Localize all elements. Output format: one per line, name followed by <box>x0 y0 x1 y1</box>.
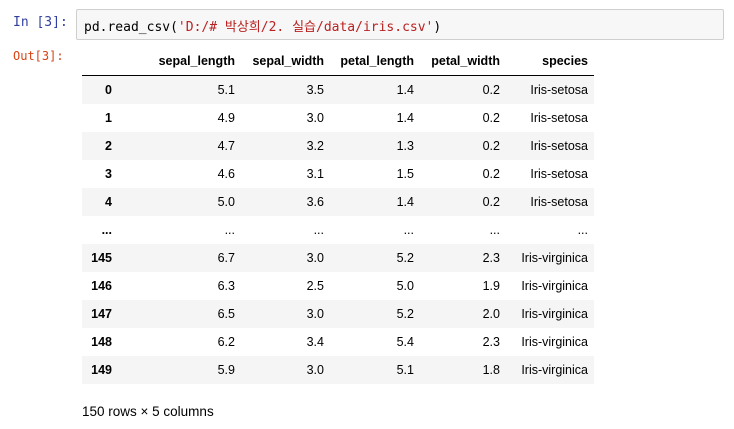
row-index: 4 <box>105 195 112 209</box>
table-row: 4 5.0 3.6 1.4 0.2 Iris-setosa <box>82 188 594 216</box>
table-cell: 5.2 <box>396 307 414 321</box>
row-index: 2 <box>105 139 112 153</box>
table-cell: 1.4 <box>396 111 414 125</box>
table-cell: Iris-setosa <box>530 111 588 125</box>
table-cell: 2.3 <box>482 251 500 265</box>
table-cell: 1.4 <box>396 195 414 209</box>
table-cell: Iris-virginica <box>521 279 588 293</box>
row-index: 1 <box>105 111 112 125</box>
table-cell: 2.0 <box>482 307 500 321</box>
output-prompt: Out[3]: <box>13 49 64 63</box>
code-input-area[interactable]: pd.read_csv('D:/# 박상희/2. 실습/data/iris.cs… <box>76 9 724 40</box>
table-cell: 0.2 <box>482 111 500 125</box>
notebook-cell: In [3]: pd.read_csv('D:/# 박상희/2. 실습/data… <box>0 0 734 429</box>
table-cell: Iris-virginica <box>521 335 588 349</box>
table-cell: 5.0 <box>217 195 235 209</box>
table-cell: 6.3 <box>217 279 235 293</box>
table-cell: Iris-virginica <box>521 363 588 377</box>
row-index: 3 <box>105 167 112 181</box>
table-row: 146 6.3 2.5 5.0 1.9 Iris-virginica <box>82 272 594 300</box>
table-row: 149 5.9 3.0 5.1 1.8 Iris-virginica <box>82 356 594 384</box>
table-cell: 5.2 <box>396 251 414 265</box>
column-header: sepal_width <box>241 46 330 76</box>
table-cell: 3.0 <box>306 307 324 321</box>
header-row: sepal_length sepal_width petal_length pe… <box>82 46 594 76</box>
table-cell: 3.2 <box>306 139 324 153</box>
column-header: sepal_length <box>118 46 241 76</box>
table-cell: ... <box>224 223 235 237</box>
table-cell: Iris-setosa <box>530 167 588 181</box>
table-cell: 6.2 <box>217 335 235 349</box>
table-cell: Iris-setosa <box>530 139 588 153</box>
table-cell: Iris-setosa <box>530 195 588 209</box>
table-row: 0 5.1 3.5 1.4 0.2 Iris-setosa <box>82 75 594 104</box>
code-line[interactable]: pd.read_csv('D:/# 박상희/2. 실습/data/iris.cs… <box>84 16 441 35</box>
table-cell: 0.2 <box>482 139 500 153</box>
row-index: 147 <box>91 307 112 321</box>
table-cell: Iris-virginica <box>521 307 588 321</box>
row-index: 145 <box>91 251 112 265</box>
table-cell: 3.0 <box>306 111 324 125</box>
code-string-literal: 'D:/# 박상희/2. 실습/data/iris.csv' <box>177 20 434 35</box>
code-close-paren: ) <box>433 20 442 35</box>
table-row: .................. <box>82 216 594 244</box>
table-cell: 3.1 <box>306 167 324 181</box>
table-cell: 5.0 <box>396 279 414 293</box>
dataframe-shape-summary: 150 rows × 5 columns <box>82 404 214 419</box>
table-cell: 0.2 <box>482 167 500 181</box>
table-row: 3 4.6 3.1 1.5 0.2 Iris-setosa <box>82 160 594 188</box>
table-cell: 3.6 <box>306 195 324 209</box>
input-prompt: In [3]: <box>13 15 68 30</box>
table-cell: 0.2 <box>482 83 500 97</box>
table-cell: 5.1 <box>217 83 235 97</box>
table-cell: 1.5 <box>396 167 414 181</box>
code-function: pd.read_csv( <box>84 20 178 35</box>
table-cell: 5.9 <box>217 363 235 377</box>
table-cell: ... <box>313 223 324 237</box>
table-cell: 4.6 <box>217 167 235 181</box>
table-cell: Iris-virginica <box>521 251 588 265</box>
table-cell: 2.5 <box>306 279 324 293</box>
column-header: species <box>506 46 594 76</box>
table-cell: 3.0 <box>306 251 324 265</box>
row-index: 146 <box>91 279 112 293</box>
table-cell: 1.8 <box>482 363 500 377</box>
table-cell: 3.0 <box>306 363 324 377</box>
dataframe-table: sepal_length sepal_width petal_length pe… <box>82 46 594 384</box>
table-cell: 3.4 <box>306 335 324 349</box>
row-index: 149 <box>91 363 112 377</box>
row-index: 148 <box>91 335 112 349</box>
table-cell: 5.1 <box>396 363 414 377</box>
table-row: 2 4.7 3.2 1.3 0.2 Iris-setosa <box>82 132 594 160</box>
table-row: 1 4.9 3.0 1.4 0.2 Iris-setosa <box>82 104 594 132</box>
table-cell: ... <box>403 223 414 237</box>
column-header: petal_length <box>330 46 420 76</box>
table-cell: 6.7 <box>217 251 235 265</box>
table-cell: 1.9 <box>482 279 500 293</box>
table-cell: 1.3 <box>396 139 414 153</box>
table-cell: 0.2 <box>482 195 500 209</box>
index-header <box>82 46 118 76</box>
table-cell: ... <box>489 223 500 237</box>
table-cell: 5.4 <box>396 335 414 349</box>
row-index: ... <box>101 223 112 237</box>
row-index: 0 <box>105 83 112 97</box>
table-cell: 4.9 <box>217 111 235 125</box>
table-cell: 2.3 <box>482 335 500 349</box>
table-row: 145 6.7 3.0 5.2 2.3 Iris-virginica <box>82 244 594 272</box>
table-cell: ... <box>577 223 588 237</box>
dataframe-output: sepal_length sepal_width petal_length pe… <box>82 46 594 384</box>
table-cell: 1.4 <box>396 83 414 97</box>
table-cell: Iris-setosa <box>530 83 588 97</box>
table-cell: 3.5 <box>306 83 324 97</box>
table-row: 148 6.2 3.4 5.4 2.3 Iris-virginica <box>82 328 594 356</box>
table-cell: 6.5 <box>217 307 235 321</box>
column-header: petal_width <box>420 46 506 76</box>
table-cell: 4.7 <box>217 139 235 153</box>
table-row: 147 6.5 3.0 5.2 2.0 Iris-virginica <box>82 300 594 328</box>
